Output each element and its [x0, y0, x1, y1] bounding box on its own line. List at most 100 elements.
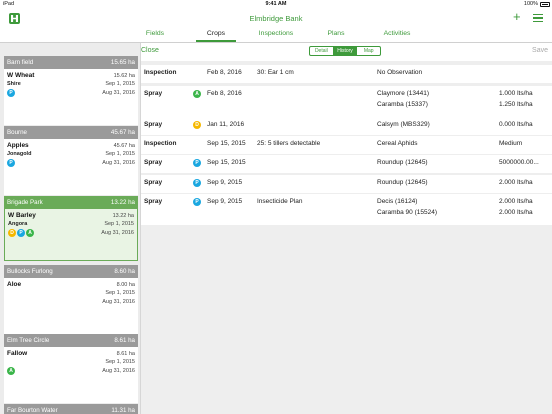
field-list[interactable]: Barn field 15.65 ha W Wheat Shire 15.62 … [0, 43, 141, 414]
field-name: Bullocks Furlong [7, 268, 53, 275]
record-date: Sep 9, 2015 [207, 198, 243, 205]
crop-area: 8.61 ha [116, 351, 135, 357]
field-card-elm-tree-circle[interactable]: Elm Tree Circle 8.61 ha Fallow 8.61 ha S… [4, 334, 138, 403]
record-note: 30: Ear 1 cm [257, 69, 294, 76]
tab-activities[interactable]: Activities [378, 30, 416, 37]
crop-variety: Jonagold [7, 151, 32, 157]
record-date: Sep 15, 2015 [207, 140, 246, 147]
field-name: Brigade Park [7, 199, 43, 206]
record-rate: 5000000.00... [499, 159, 539, 166]
crop-name: W Wheat [7, 72, 35, 79]
add-icon[interactable]: + [513, 10, 521, 23]
field-area: 8.61 ha [114, 337, 135, 344]
crop-end-date: Aug 31, 2016 [102, 90, 135, 96]
history-row[interactable]: Spray A Feb 8, 2016 Claymore (13441) 1.0… [141, 86, 552, 117]
record-rate: 2.000 lts/ha [499, 209, 533, 216]
planned-badge-icon: P [193, 159, 201, 167]
segment-history[interactable]: History [333, 47, 358, 55]
history-row[interactable]: Spray P Sep 15, 2015 Roundup (12645) 500… [141, 155, 552, 173]
activity-badges: DPA [8, 229, 35, 237]
field-card-bourne[interactable]: Bourne 45.67 ha Apples Jonagold 45.67 ha… [4, 126, 138, 195]
planned-badge-icon: P [7, 159, 15, 167]
history-row[interactable]: Spray P Sep 9, 2015 Roundup (12645) 2.00… [141, 175, 552, 193]
record-rate: Medium [499, 140, 523, 147]
record-rate: 1.250 lts/ha [499, 101, 533, 108]
record-date: Feb 8, 2016 [207, 90, 242, 97]
planned-badge-icon: P [7, 89, 15, 97]
field-area: 45.67 ha [110, 129, 135, 136]
battery-percent: 100% [523, 1, 538, 7]
crop-variety: Shire [7, 81, 21, 87]
record-note: Insecticide Plan [257, 198, 303, 205]
crop-area: 15.62 ha [113, 73, 135, 79]
crop-end-date: Aug 31, 2016 [102, 160, 135, 166]
record-product: Roundup (12645) [377, 159, 428, 166]
menu-icon[interactable] [533, 14, 543, 22]
record-product: Claymore (13441) [377, 90, 430, 97]
crop-name: Apples [7, 142, 29, 149]
actual-badge-icon: A [193, 90, 201, 98]
top-bar: Elmbridge Bank + Fields Crops Inspection… [0, 9, 552, 42]
close-button[interactable]: Close [141, 47, 159, 54]
record-product: Calsym (MBS329) [377, 121, 430, 128]
record-product: Cereal Aphids [377, 140, 418, 147]
field-header: Barn field 15.65 ha [4, 56, 138, 69]
field-header: Bullocks Furlong 8.60 ha [4, 265, 138, 278]
field-header: Elm Tree Circle 8.61 ha [4, 334, 138, 347]
record-date: Jan 11, 2016 [207, 121, 245, 128]
view-segmented-control: Detail History Map [309, 46, 381, 56]
done-badge-icon: D [193, 121, 201, 129]
record-rate: 2.000 lts/ha [499, 179, 533, 186]
field-area: 13.22 ha [110, 199, 135, 206]
record-date: Feb 8, 2016 [207, 69, 242, 76]
crop-name: Fallow [7, 350, 28, 357]
crop-end-date: Aug 31, 2016 [101, 230, 134, 236]
crop-area: 45.67 ha [113, 143, 135, 149]
crop-entry[interactable]: W Wheat Shire 15.62 ha Sep 1, 2015 Aug 3… [4, 69, 138, 125]
crop-variety: Angora [8, 221, 28, 227]
record-type: Spray [144, 179, 163, 186]
activity-badges: P [7, 89, 16, 97]
field-name: Elm Tree Circle [7, 337, 50, 344]
tab-crops[interactable]: Crops [201, 30, 231, 37]
field-card-bullocks-furlong[interactable]: Bullocks Furlong 8.60 ha Aloe 8.00 ha Se… [4, 265, 138, 334]
tab-fields[interactable]: Fields [140, 30, 170, 37]
record-type: Spray [144, 198, 163, 205]
field-area: 15.65 ha [110, 59, 135, 66]
farm-title: Elmbridge Bank [249, 14, 303, 23]
field-card-barn-field[interactable]: Barn field 15.65 ha W Wheat Shire 15.62 … [4, 56, 138, 125]
field-name: Far Bourton Water [7, 407, 58, 414]
crop-start-date: Sep 1, 2015 [105, 359, 135, 365]
field-card-far-bourton-water[interactable]: Far Bourton Water 11.31 ha [4, 404, 138, 414]
battery-icon [540, 2, 550, 7]
field-card-brigade-park[interactable]: Brigade Park 13.22 ha W Barley Angora 13… [4, 196, 138, 261]
planned-badge-icon: P [193, 198, 201, 206]
segment-map[interactable]: Map [357, 47, 380, 55]
field-name: Barn field [7, 59, 34, 66]
crop-entry[interactable]: Aloe 8.00 ha Sep 1, 2015 Aug 31, 2016 [4, 278, 138, 334]
segment-detail[interactable]: Detail [310, 47, 334, 55]
tab-plans[interactable]: Plans [322, 30, 350, 37]
crop-area: 8.00 ha [116, 282, 135, 288]
crop-entry[interactable]: Apples Jonagold 45.67 ha Sep 1, 2015 Aug… [4, 139, 138, 195]
planned-badge-icon: P [193, 179, 201, 187]
record-product: Caramba 90 (15524) [377, 209, 437, 216]
crop-entry[interactable]: Fallow 8.61 ha Sep 1, 2015 Aug 31, 2016 … [4, 347, 138, 403]
tab-inspections[interactable]: Inspections [255, 30, 297, 37]
activity-badges: A [7, 367, 16, 375]
crop-start-date: Sep 1, 2015 [105, 81, 135, 87]
history-row[interactable]: Inspection Feb 8, 2016 30: Ear 1 cm No O… [141, 65, 552, 83]
save-button[interactable]: Save [532, 47, 548, 54]
crop-entry-selected[interactable]: W Barley Angora 13.22 ha Sep 1, 2015 Aug… [4, 209, 138, 261]
history-row[interactable]: Spray P Sep 9, 2015 Insecticide Plan Dec… [141, 194, 552, 225]
record-note: 25: 5 tillers detectable [257, 140, 321, 147]
field-area: 11.31 ha [111, 407, 135, 414]
history-row[interactable]: Spray D Jan 11, 2016 Calsym (MBS329) 0.0… [141, 117, 552, 135]
crop-area: 13.22 ha [112, 213, 134, 219]
crop-name: Aloe [7, 281, 22, 288]
crop-start-date: Sep 1, 2015 [105, 290, 135, 296]
history-row[interactable]: Inspection Sep 15, 2015 25: 5 tillers de… [141, 136, 552, 154]
main-tabs: Fields Crops Inspections Plans Activitie… [0, 30, 552, 42]
detail-toolbar: Close Detail History Map Save [141, 43, 552, 61]
record-date: Sep 15, 2015 [207, 159, 246, 166]
